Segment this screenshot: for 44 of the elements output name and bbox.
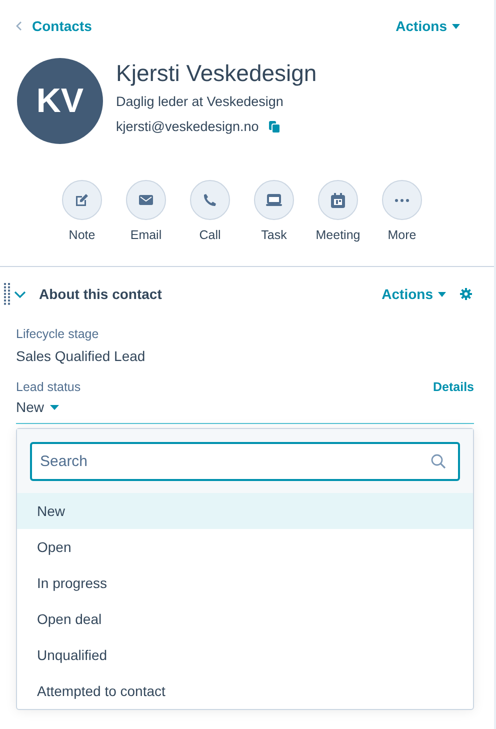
settings-icon[interactable] bbox=[460, 288, 472, 300]
back-link[interactable]: Contacts bbox=[16, 18, 92, 34]
envelope-icon bbox=[139, 195, 153, 205]
dropdown-option[interactable]: Open deal bbox=[17, 601, 473, 637]
lead-status-select[interactable]: New bbox=[16, 394, 474, 424]
chevron-left-icon bbox=[16, 21, 22, 31]
search-icon bbox=[431, 454, 446, 469]
copy-icon[interactable] bbox=[268, 120, 280, 132]
contact-name: Kjersti Veskedesign bbox=[116, 59, 317, 88]
property-label: Lead status bbox=[16, 380, 81, 394]
quick-action-button[interactable] bbox=[126, 180, 166, 220]
quick-action-label: Call bbox=[199, 228, 221, 242]
quick-action-label: Task bbox=[261, 228, 287, 242]
property-value: Sales Qualified Lead bbox=[16, 348, 146, 364]
contact-email: kjersti@veskedesign.no bbox=[116, 119, 259, 134]
contact-title: Daglig leder at Veskedesign bbox=[116, 94, 284, 109]
quick-action-button[interactable] bbox=[318, 180, 358, 220]
search-field[interactable]: Search bbox=[30, 442, 460, 481]
dropdown-option[interactable]: New bbox=[17, 493, 473, 529]
dropdown-option[interactable]: Attempted to contact bbox=[17, 673, 473, 709]
more-icon bbox=[395, 198, 409, 202]
pencil-icon bbox=[75, 193, 89, 207]
dropdown-option[interactable]: Open bbox=[17, 529, 473, 565]
caret-icon bbox=[452, 24, 460, 28]
quick-action-button[interactable] bbox=[190, 180, 230, 220]
calendar-icon bbox=[331, 192, 345, 208]
actions-dropdown[interactable]: Actions bbox=[396, 18, 460, 34]
actions-dropdown[interactable]: Actions bbox=[382, 286, 446, 302]
dropdown-option[interactable]: In progress bbox=[17, 565, 473, 601]
property-label: Lifecycle stage bbox=[16, 327, 100, 341]
details-link[interactable]: Details bbox=[433, 380, 474, 394]
dropdown-option[interactable]: Unqualified bbox=[17, 637, 473, 673]
quick-action-label: Email bbox=[130, 228, 162, 242]
caret-icon bbox=[438, 292, 446, 296]
quick-action-label: More bbox=[388, 228, 416, 242]
phone-icon bbox=[203, 193, 217, 207]
quick-action-button[interactable] bbox=[62, 180, 102, 220]
section-title: About this contact bbox=[39, 286, 163, 302]
quick-action-label: Meeting bbox=[316, 228, 360, 242]
drag-handle-icon[interactable] bbox=[4, 283, 10, 305]
caret-icon bbox=[50, 404, 60, 410]
quick-action-label: Note bbox=[68, 228, 96, 242]
quick-action-button[interactable] bbox=[254, 180, 294, 220]
avatar: KV bbox=[17, 58, 103, 144]
